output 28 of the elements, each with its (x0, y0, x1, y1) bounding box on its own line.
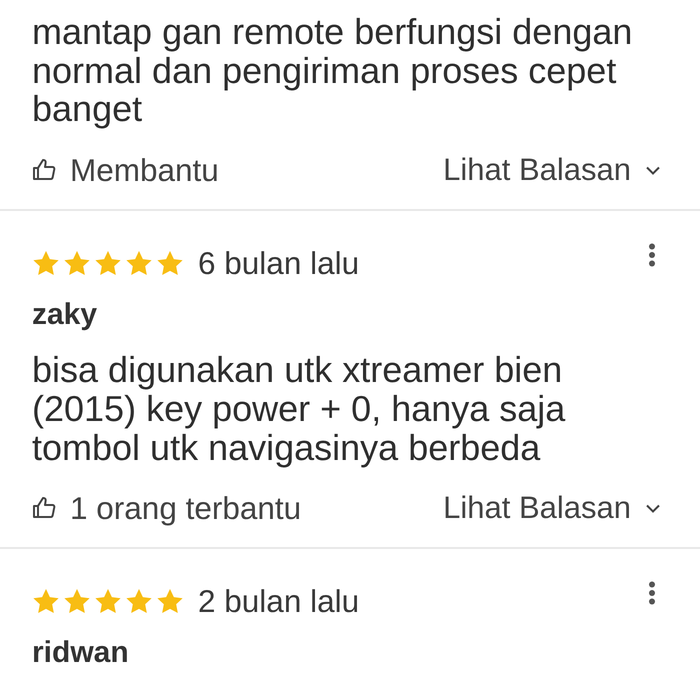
star-icon (32, 588, 60, 615)
star-icon (125, 588, 153, 615)
helpful-button[interactable]: 1 orang terbantu (32, 490, 302, 527)
more-options-button[interactable] (648, 243, 656, 268)
thumbs-up-icon (32, 158, 56, 182)
review-text: mantap gan remote berfungsi dengan normal dan pengiriman proses cepet banget (32, 13, 634, 130)
more-vertical-icon (648, 243, 656, 268)
star-icon (32, 250, 60, 277)
view-replies-button[interactable]: Lihat Balasan (443, 490, 660, 526)
view-replies-button[interactable]: Lihat Balasan (443, 152, 660, 188)
star-icon (63, 250, 91, 277)
more-options-button[interactable] (648, 581, 656, 606)
thumbs-up-icon (32, 496, 56, 520)
star-icon (125, 250, 153, 277)
chevron-down-icon (646, 166, 660, 175)
star-icon (156, 588, 184, 615)
star-icon (94, 250, 122, 277)
review-date: 2 bulan lalu (198, 582, 360, 620)
chevron-down-icon (646, 504, 660, 513)
star-icon (94, 588, 122, 615)
star-icon (156, 250, 184, 277)
review-date: 6 bulan lalu (198, 244, 360, 282)
reviewer-name: zaky (32, 297, 98, 334)
reviewer-name: ridwan (32, 635, 130, 672)
review-text: bisa digunakan utk xtreamer bien (2015) key power + 0, hanya saja tombol utk navigasinya berbeda (32, 351, 566, 468)
helpful-button[interactable]: Membantu (32, 152, 219, 189)
star-icon (63, 588, 91, 615)
more-vertical-icon (648, 581, 656, 606)
